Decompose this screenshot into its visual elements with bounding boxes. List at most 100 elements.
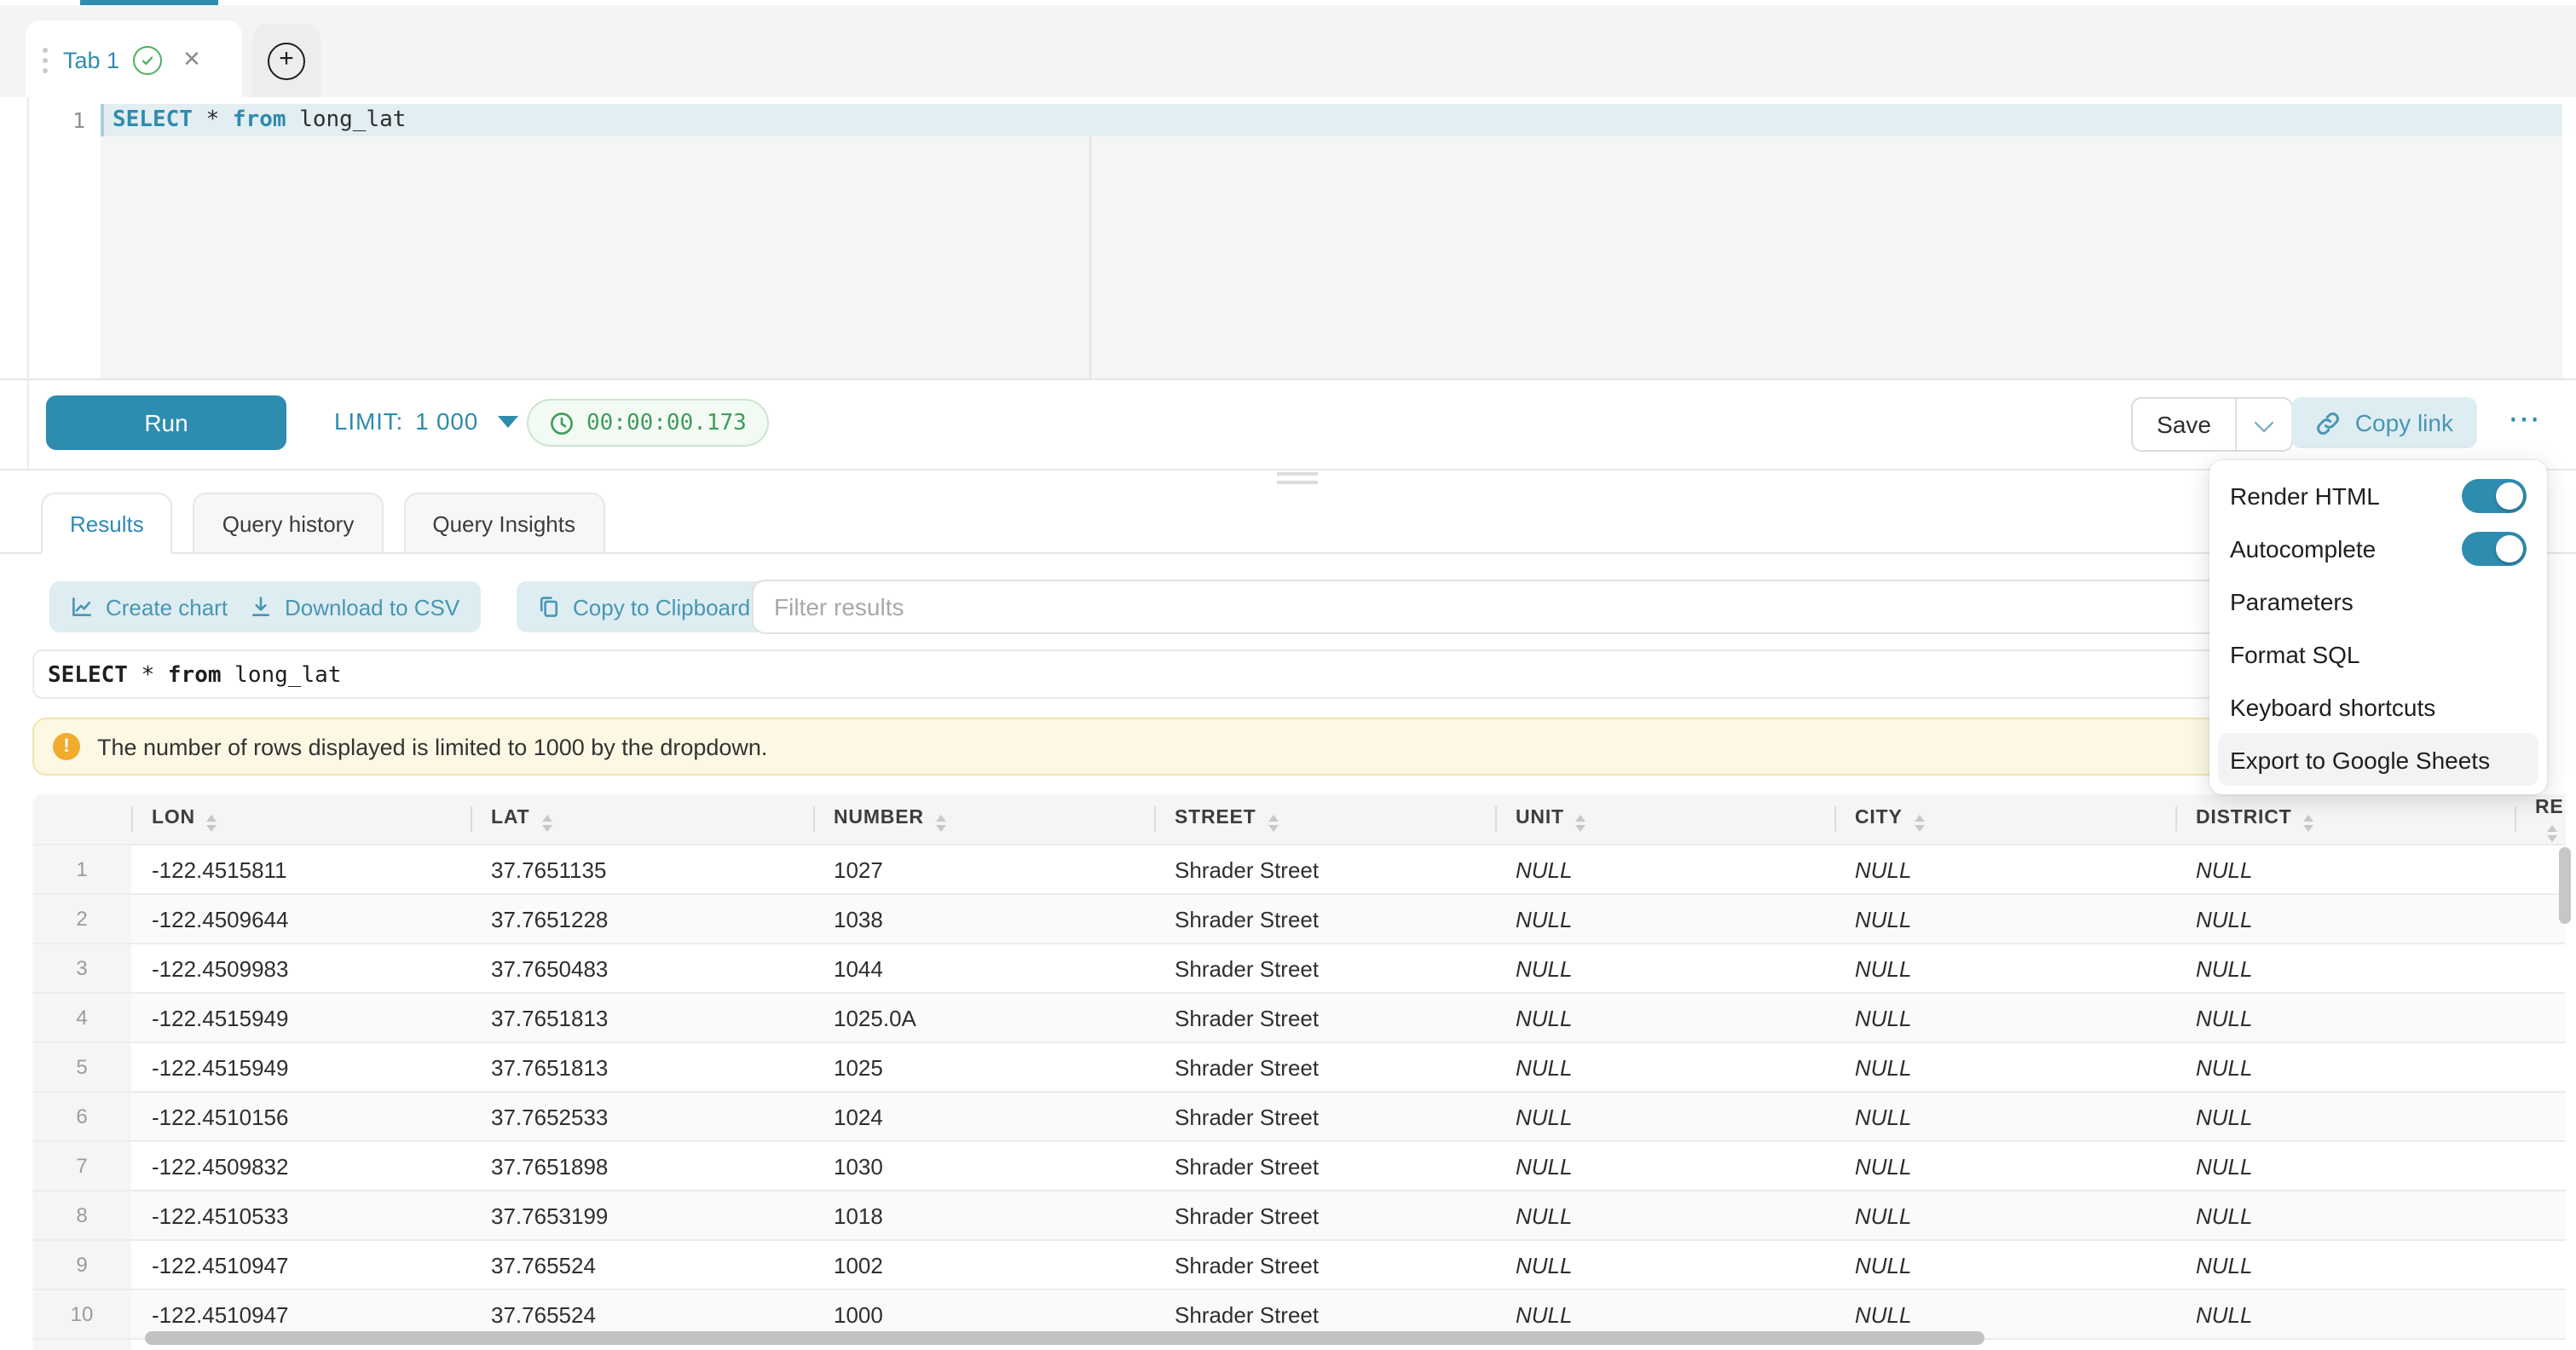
cell-lat: 37.7652533 [471,1092,813,1141]
cell-clipped [2515,993,2566,1042]
menu-item-keyboard-shortcuts[interactable]: Keyboard shortcuts [2209,680,2547,733]
clock-icon [549,410,575,436]
sort-icon[interactable] [207,814,217,831]
cell-city: NULL [1834,943,2175,993]
editor-panel-divider [1089,136,1091,378]
column-header-number[interactable]: NUMBER [813,794,1154,845]
sort-icon[interactable] [2547,824,2557,841]
column-header-lat[interactable]: LAT [471,794,813,845]
menu-item-render-html[interactable]: Render HTML [2209,469,2547,522]
column-header-unit[interactable]: UNIT [1495,794,1834,845]
cell-lon: -122.4509644 [131,894,471,943]
cell-lat: 37.7651228 [471,894,813,943]
cell-district: NULL [2175,845,2515,894]
add-tab-button[interactable]: + [252,24,321,97]
menu-item-parameters[interactable]: Parameters [2209,574,2547,627]
table-row[interactable]: 8-122.451053337.76531991018Shrader Stree… [32,1191,2566,1240]
sort-icon[interactable] [1576,814,1586,831]
table-row[interactable]: 2-122.450964437.76512281038Shrader Stree… [32,894,2566,943]
row-number-cell: 4 [32,993,131,1042]
sql-code-line[interactable]: SELECT * from long_lat [113,107,406,133]
tab-results[interactable]: Results [41,493,173,554]
save-button[interactable]: Save [2133,399,2237,450]
sort-icon[interactable] [936,814,946,831]
cell-street: Shrader Street [1154,894,1495,943]
tab-query-insights[interactable]: Query Insights [403,493,604,554]
cell-number: 1024 [813,1092,1154,1141]
row-number-cell: 5 [32,1042,131,1092]
cell-street: Shrader Street [1154,1141,1495,1191]
cell-number: 1030 [813,1141,1154,1191]
cell-district: NULL [2175,1339,2515,1350]
cell-lat: 37.7650483 [471,943,813,993]
table-row[interactable]: 1-122.451581137.76511351027Shrader Stree… [32,845,2566,894]
table-row[interactable]: 4-122.451594937.76518131025.0AShrader St… [32,993,2566,1042]
limit-dropdown[interactable]: LIMIT: 1 000 [334,407,517,435]
menu-item-export-google-sheets[interactable]: Export to Google Sheets [2218,733,2538,786]
cell-clipped [2515,1092,2566,1141]
cell-number: 1025.0A [813,993,1154,1042]
row-number-cell: 11 [32,1339,131,1350]
render-html-toggle[interactable] [2462,478,2527,512]
column-header-street[interactable]: STREET [1154,794,1495,845]
column-header-city[interactable]: CITY [1834,794,2175,845]
cell-city: NULL [1834,894,2175,943]
column-header-re[interactable]: RE [2515,794,2566,845]
cell-lon: -122.4510947 [131,1240,471,1289]
plus-icon: + [268,42,305,79]
row-number-cell: 9 [32,1240,131,1289]
run-button[interactable]: Run [46,395,286,450]
cell-district: NULL [2175,1289,2515,1339]
save-options-button[interactable] [2237,399,2291,450]
table-row[interactable]: 5-122.451594937.76518131025Shrader Stree… [32,1042,2566,1092]
cell-lon: -122.4509832 [131,1141,471,1191]
table-row[interactable]: 9-122.451094737.7655241002Shrader Street… [32,1240,2566,1289]
vertical-scrollbar[interactable] [2559,847,2571,924]
sort-icon[interactable] [541,814,552,831]
horizontal-scrollbar[interactable] [145,1331,1984,1345]
cell-city: NULL [1834,1240,2175,1289]
panel-resize-handle[interactable] [1277,472,1318,489]
menu-item-format-sql[interactable]: Format SQL [2209,627,2547,680]
table-row[interactable]: 6-122.451015637.76525331024Shrader Stree… [32,1092,2566,1141]
sort-icon[interactable] [2303,814,2313,831]
cell-unit: NULL [1495,1092,1834,1141]
cell-number: 1038 [813,894,1154,943]
cell-city: NULL [1834,1191,2175,1240]
row-limit-warning: ! The number of rows displayed is limite… [32,718,2538,776]
more-options-button[interactable]: ⋯ [2508,401,2542,440]
table-row[interactable]: 7-122.450983237.76518981030Shrader Stree… [32,1141,2566,1191]
tab-query-history[interactable]: Query history [193,493,384,554]
cell-city: NULL [1834,1141,2175,1191]
drag-grip-icon[interactable] [43,47,48,72]
copy-clipboard-button[interactable]: Copy to Clipboard [517,581,771,632]
tab-1[interactable]: Tab 1 ✕ [26,20,242,99]
autocomplete-toggle[interactable] [2462,531,2527,565]
line-number: 1 [48,107,85,133]
query-echo: SELECT * from long_lat [32,649,2538,699]
download-csv-button[interactable]: Download to CSV [228,581,480,632]
query-success-icon [133,45,162,74]
query-duration-badge: 00:00:00.173 [527,399,769,447]
warning-icon: ! [53,733,80,760]
close-tab-icon[interactable]: ✕ [182,46,201,73]
results-toolbar: Create chart Download to CSV Copy to Cli… [0,568,2576,649]
cell-number: 1018 [813,1191,1154,1240]
chevron-down-icon [2255,412,2274,432]
cell-clipped [2515,1191,2566,1240]
copy-link-button[interactable]: Copy link [2292,397,2477,448]
table-row[interactable]: 3-122.450998337.76504831044Shrader Stree… [32,943,2566,993]
cell-clipped [2515,1240,2566,1289]
column-header-lon[interactable]: LON [131,794,471,845]
cell-district: NULL [2175,1191,2515,1240]
code-editor[interactable]: 1 SELECT * from long_lat [0,97,2576,380]
sort-icon[interactable] [1915,814,1925,831]
menu-item-autocomplete[interactable]: Autocomplete [2209,522,2547,574]
column-header-district[interactable]: DISTRICT [2175,794,2515,845]
cell-street: Shrader Street [1154,1191,1495,1240]
sort-icon[interactable] [1268,814,1279,831]
cell-street: Shrader Street [1154,1240,1495,1289]
create-chart-button[interactable]: Create chart [49,581,248,632]
cell-unit: NULL [1495,1240,1834,1289]
cell-district: NULL [2175,1240,2515,1289]
